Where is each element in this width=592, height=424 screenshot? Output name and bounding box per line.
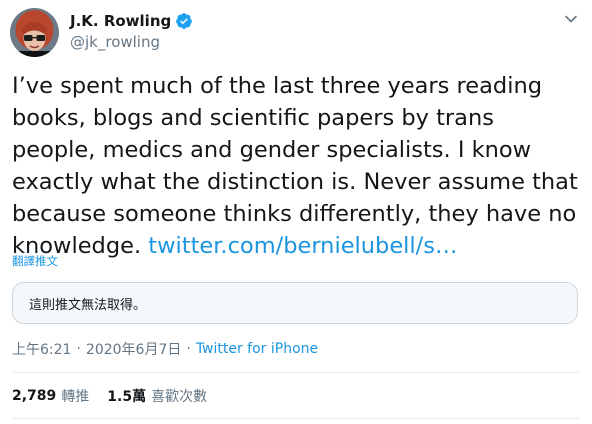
quoted-tweet-unavailable: 這則推文無法取得。 [12, 282, 578, 324]
retweets-stat[interactable]: 2,789 轉推 [12, 386, 89, 406]
divider [12, 418, 580, 419]
tweet-header: J.K. Rowling @jk_rowling [0, 0, 592, 60]
likes-count: 1.5萬 [107, 389, 147, 405]
user-handle[interactable]: @jk_rowling [70, 33, 193, 51]
tweet-body: I’ve spent much of the last three years … [12, 73, 578, 259]
verified-badge-icon [175, 12, 193, 30]
tweet-text: I’ve spent much of the last three years … [12, 70, 582, 262]
tweet-link[interactable]: twitter.com/bernielubell/s… [148, 233, 457, 259]
tweet-stats: 2,789 轉推 1.5萬 喜歡次數 [12, 387, 207, 405]
tweet-date[interactable]: 2020年6月7日 [86, 339, 181, 359]
divider [12, 372, 580, 373]
tweet-time[interactable]: 上午6:21 [12, 339, 71, 359]
author-block[interactable]: J.K. Rowling @jk_rowling [70, 10, 193, 51]
chevron-down-icon[interactable] [562, 10, 580, 28]
meta-separator: · [76, 341, 81, 357]
tweet-metadata: 上午6:21 · 2020年6月7日 · Twitter for iPhone [12, 340, 318, 358]
retweets-label: 轉推 [61, 389, 90, 405]
translate-tweet-link[interactable]: 翻譯推文 [12, 253, 58, 269]
avatar[interactable] [10, 8, 59, 57]
display-name[interactable]: J.K. Rowling [70, 12, 171, 30]
meta-separator: · [186, 341, 191, 357]
likes-label: 喜歡次數 [151, 389, 208, 405]
retweets-count: 2,789 [12, 388, 57, 404]
tweet-card: J.K. Rowling @jk_rowling I’ve spent much… [0, 0, 592, 424]
unavailable-message: 這則推文無法取得。 [29, 297, 147, 313]
tweet-source-link[interactable]: Twitter for iPhone [196, 341, 318, 357]
likes-stat[interactable]: 1.5萬 喜歡次數 [107, 386, 207, 406]
